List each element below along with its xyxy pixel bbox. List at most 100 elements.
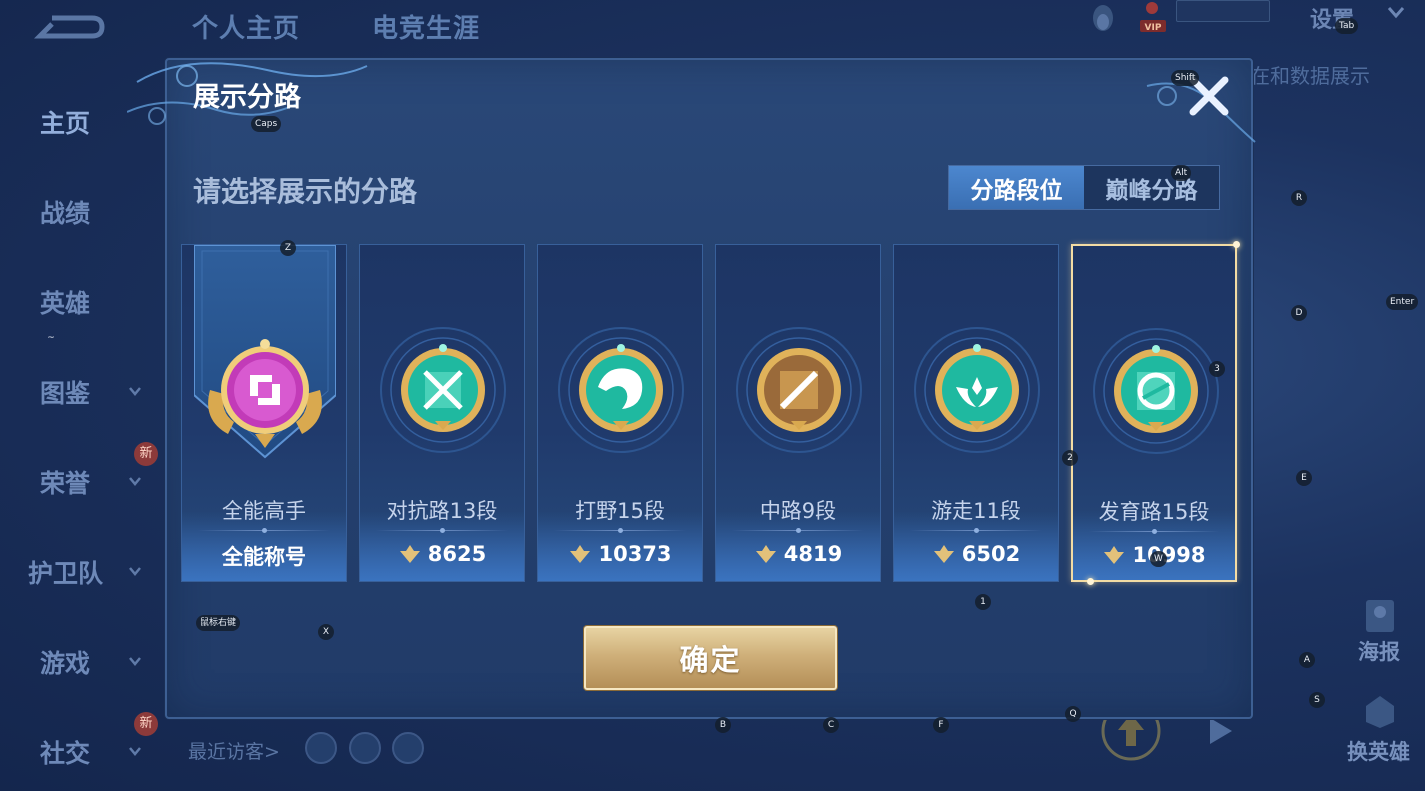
divider (732, 528, 864, 533)
background-data-display-label: 在和数据展示 (1250, 64, 1370, 88)
key-hint-x: X (318, 624, 334, 640)
avatar[interactable] (349, 732, 381, 764)
chevron-down-icon (129, 387, 141, 396)
confirm-label: 确定 (679, 643, 742, 677)
lane-card-roam[interactable]: 游走11段 6502 (893, 244, 1059, 582)
lane-points: 8625 (360, 542, 524, 566)
toggle-peak-lane[interactable]: 巅峰分路 (1084, 166, 1219, 209)
selection-corner-dot (1233, 241, 1240, 248)
key-hint-enter: Enter (1386, 294, 1419, 310)
farm-lane-badge-icon (1093, 328, 1219, 454)
sidebar-item-record[interactable]: 战绩 (40, 194, 90, 230)
key-hint-shift: Shift (1171, 70, 1200, 86)
vip-label: VIP (1145, 23, 1162, 33)
points-icon (570, 545, 591, 563)
confirm-button[interactable]: 确定 (584, 626, 837, 690)
lane-points: 4819 (716, 542, 880, 566)
jungle-badge-icon (558, 327, 684, 453)
toggle-lane-rank[interactable]: 分路段位 (949, 166, 1084, 209)
sidebar-item-guard[interactable]: 护卫队 (28, 554, 103, 590)
chevron-down-icon (129, 657, 141, 666)
top-bar: 个人主页 电竞生涯 VIP 设置 (0, 0, 1425, 52)
lane-card-name: 打野15段 (575, 499, 665, 523)
key-hint-e: E (1296, 470, 1312, 486)
key-hint-r: R (1291, 190, 1307, 206)
play-icon[interactable] (1206, 716, 1234, 746)
lane-card-list: 全能高手 全能称号 对抗路13段 8625 打野15段 10373 中路9段 4… (181, 241, 1240, 585)
key-hint-tab: Tab (1335, 18, 1359, 34)
lane-card-name: 游走11段 (931, 499, 1021, 523)
divider (554, 528, 686, 533)
lane-points: 10373 (538, 542, 702, 566)
sidebar: 主页 战绩 英雄 图鉴 荣誉 新 护卫队 游戏 社交 新 (0, 52, 165, 791)
key-hint-3: 3 (1209, 361, 1225, 377)
key-hint-1: 1 (975, 594, 991, 610)
key-hint-f: F (933, 717, 949, 733)
swap-hero-button[interactable]: 换英雄 (1347, 736, 1410, 766)
lane-points-value: 4819 (783, 542, 843, 566)
key-hint-a: A (1299, 652, 1315, 668)
key-hint-2: 2 (1062, 450, 1078, 466)
vip-info-bar (1176, 0, 1270, 22)
key-hint-s: S (1309, 692, 1325, 708)
sidebar-item-heroes[interactable]: 英雄 (40, 284, 90, 320)
dialog-title: 展示分路 (193, 82, 301, 113)
key-hint-tilde: ~ (47, 333, 55, 343)
recent-visitors-link[interactable]: 最近访客> (188, 737, 280, 764)
lane-points-value: 10998 (1132, 543, 1206, 567)
key-hint-q: Q (1065, 706, 1081, 722)
sidebar-item-honor[interactable]: 荣誉 (40, 464, 90, 500)
lane-card-title: 全能称号 (222, 545, 306, 569)
lane-card-farm[interactable]: 发育路15段 10998 (1071, 241, 1240, 585)
tab-esports-career[interactable]: 电竞生涯 (372, 8, 480, 45)
key-hint-c: C (823, 717, 839, 733)
divider (1089, 529, 1219, 534)
rose-icon: VIP (1140, 2, 1166, 33)
divider (910, 528, 1042, 533)
chevron-down-icon[interactable] (1386, 4, 1406, 20)
key-hint-b: B (715, 717, 731, 733)
lane-card-name: 全能高手 (222, 499, 306, 523)
points-icon (1104, 546, 1125, 564)
mid-lane-badge-icon (736, 327, 862, 453)
points-icon (755, 545, 776, 563)
points-icon (399, 545, 420, 563)
selection-corner-dot (1087, 578, 1094, 585)
tab-personal-home[interactable]: 个人主页 (192, 8, 300, 45)
swap-hero-icon (1366, 696, 1394, 728)
avatar[interactable] (392, 732, 424, 764)
poster-icon (1366, 600, 1394, 632)
lane-card-all-round[interactable]: 全能高手 全能称号 (181, 244, 347, 582)
key-hint-d: D (1291, 305, 1307, 321)
avatar[interactable] (305, 732, 337, 764)
poster-button[interactable]: 海报 (1358, 636, 1400, 666)
divider (198, 528, 330, 533)
lane-card-clash[interactable]: 对抗路13段 8625 (359, 244, 525, 582)
new-badge: 新 (134, 442, 158, 466)
key-hint-w: W (1150, 551, 1167, 567)
penguin-icon[interactable] (1083, 0, 1123, 34)
lane-card-jungle[interactable]: 打野15段 10373 (537, 244, 703, 582)
lane-points-value: 6502 (961, 542, 1021, 566)
sidebar-item-games[interactable]: 游戏 (40, 644, 90, 680)
key-hint-mouse-right: 鼠标右键 (196, 615, 241, 631)
chevron-down-icon (129, 477, 141, 486)
key-hint-alt: Alt (1171, 165, 1192, 181)
key-hint-caps: Caps (251, 116, 282, 132)
roam-badge-icon (914, 327, 1040, 453)
key-hint-z: Z (280, 240, 296, 256)
dialog-subtitle: 请选择展示的分路 (193, 175, 418, 208)
lane-display-dialog: 展示分路 请选择展示的分路 分路段位 巅峰分路 全能高手 全能称号 对抗路13段… (127, 58, 1256, 719)
sidebar-item-social[interactable]: 社交 (40, 734, 90, 770)
divider (376, 528, 508, 533)
clash-lane-badge-icon (380, 327, 506, 453)
lane-card-mid[interactable]: 中路9段 4819 (715, 244, 881, 582)
lane-points-value: 10373 (598, 542, 672, 566)
lane-card-name: 发育路15段 (1098, 500, 1210, 524)
all-round-badge-icon (208, 339, 322, 448)
lane-card-name: 对抗路13段 (386, 499, 498, 523)
back-arrow-icon[interactable] (34, 10, 106, 44)
sidebar-item-home[interactable]: 主页 (40, 104, 90, 140)
sidebar-item-codex[interactable]: 图鉴 (40, 374, 90, 410)
lane-points-value: 8625 (427, 542, 487, 566)
